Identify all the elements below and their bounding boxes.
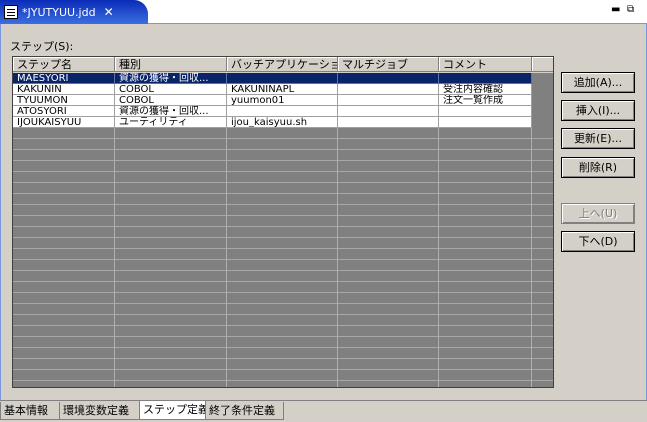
editor-tab-bar: *JYUTYUU.jdd ✕ ▬ ⧉ <box>0 0 647 24</box>
cell-batch-app: yuumon01 <box>227 95 338 106</box>
add-button[interactable]: 追加(A)... <box>561 72 635 93</box>
grid-line <box>13 292 553 293</box>
column-header-comment[interactable]: コメント <box>439 57 532 72</box>
insert-button[interactable]: 挿入(I)... <box>561 100 635 121</box>
grid-line <box>13 270 553 271</box>
tab-step-def[interactable]: ステップ定義 <box>139 401 209 420</box>
table-row[interactable]: TYUUMON COBOL yuumon01 注文一覧作成 <box>13 95 532 106</box>
cell-comment: 注文一覧作成 <box>439 95 532 106</box>
grid-line <box>13 347 553 348</box>
column-header-type[interactable]: 種別 <box>115 57 227 72</box>
cell-comment <box>439 73 532 84</box>
cell-step-name: KAKUNIN <box>13 84 115 95</box>
cell-type: COBOL <box>115 95 227 106</box>
grid-line <box>13 336 553 337</box>
cell-comment: 受注内容確認 <box>439 84 532 95</box>
close-icon[interactable]: ✕ <box>104 5 114 19</box>
column-header-batch-app[interactable]: バッチアプリケーショ.. <box>227 57 338 72</box>
grid-line <box>13 314 553 315</box>
restore-icon[interactable]: ⧉ <box>627 4 634 15</box>
table-row[interactable]: ATOSYORI 資源の獲得・回収... <box>13 106 532 117</box>
grid-line <box>13 303 553 304</box>
cell-type: COBOL <box>115 84 227 95</box>
cell-batch-app <box>227 73 338 84</box>
move-down-button[interactable]: 下へ(D) <box>561 231 635 252</box>
cell-batch-app <box>227 106 338 117</box>
cell-batch-app: KAKUNINAPL <box>227 84 338 95</box>
grid-line <box>13 358 553 359</box>
column-header-filler <box>532 57 553 72</box>
table-row[interactable]: IJOUKAISYUU ユーティリティ ijou_kaisyuu.sh <box>13 117 532 128</box>
grid-line <box>13 325 553 326</box>
minimize-icon[interactable]: ▬ <box>611 4 620 15</box>
cell-comment <box>439 106 532 117</box>
move-up-button[interactable]: 上へ(U) <box>561 203 635 224</box>
column-header-step-name[interactable]: ステップ名 <box>13 57 115 72</box>
grid-line <box>13 204 553 205</box>
grid-line <box>13 259 553 260</box>
delete-button[interactable]: 削除(R) <box>561 157 635 178</box>
grid-line <box>13 248 553 249</box>
cell-multi-job <box>338 95 439 106</box>
grid-line <box>13 149 553 150</box>
cell-multi-job <box>338 84 439 95</box>
table-header: ステップ名 種別 バッチアプリケーショ.. マルチジョブ コメント <box>13 57 553 73</box>
editor-tab-title: *JYUTYUU.jdd <box>22 5 96 19</box>
grid-line <box>13 369 553 370</box>
bottom-tab-bar: 基本情報 環境変数定義 ステップ定義 終了条件定義 <box>0 400 647 422</box>
cell-type: ユーティリティ <box>115 117 227 128</box>
grid-line <box>13 182 553 183</box>
grid-line <box>13 380 553 381</box>
cell-type: 資源の獲得・回収... <box>115 106 227 117</box>
cell-step-name: MAESYORI <box>13 73 115 84</box>
cell-multi-job <box>338 106 439 117</box>
cell-batch-app: ijou_kaisyuu.sh <box>227 117 338 128</box>
step-table[interactable]: ステップ名 種別 バッチアプリケーショ.. マルチジョブ コメント MAESYORI 資源… <box>12 56 554 388</box>
grid-line <box>13 215 553 216</box>
update-button[interactable]: 更新(E)... <box>561 128 635 149</box>
grid-line <box>13 226 553 227</box>
cell-type: 資源の獲得・回収... <box>115 73 227 84</box>
cell-comment <box>439 117 532 128</box>
cell-step-name: ATOSYORI <box>13 106 115 117</box>
grid-line <box>13 237 553 238</box>
cell-multi-job <box>338 73 439 84</box>
cell-step-name: TYUUMON <box>13 95 115 106</box>
steps-label: ステップ(S): <box>10 40 74 53</box>
tab-basic-info[interactable]: 基本情報 <box>0 402 60 420</box>
jdd-editor-window: *JYUTYUU.jdd ✕ ▬ ⧉ ステップ(S): ステップ名 種別 バッチアプ… <box>0 0 647 422</box>
tab-env-vars[interactable]: 環境変数定義 <box>59 402 140 420</box>
document-icon <box>4 5 18 19</box>
grid-line <box>13 171 553 172</box>
cell-multi-job <box>338 117 439 128</box>
grid-line <box>13 281 553 282</box>
grid-line <box>13 193 553 194</box>
column-header-multi-job[interactable]: マルチジョブ <box>338 57 439 72</box>
table-row[interactable]: MAESYORI 資源の獲得・回収... <box>13 73 532 84</box>
tab-exit-cond[interactable]: 終了条件定義 <box>205 402 284 420</box>
table-row[interactable]: KAKUNIN COBOL KAKUNINAPL 受注内容確認 <box>13 84 532 95</box>
grid-line <box>13 138 553 139</box>
grid-line <box>13 160 553 161</box>
editor-tab[interactable]: *JYUTYUU.jdd ✕ <box>0 0 148 24</box>
cell-step-name: IJOUKAISYUU <box>13 117 115 128</box>
